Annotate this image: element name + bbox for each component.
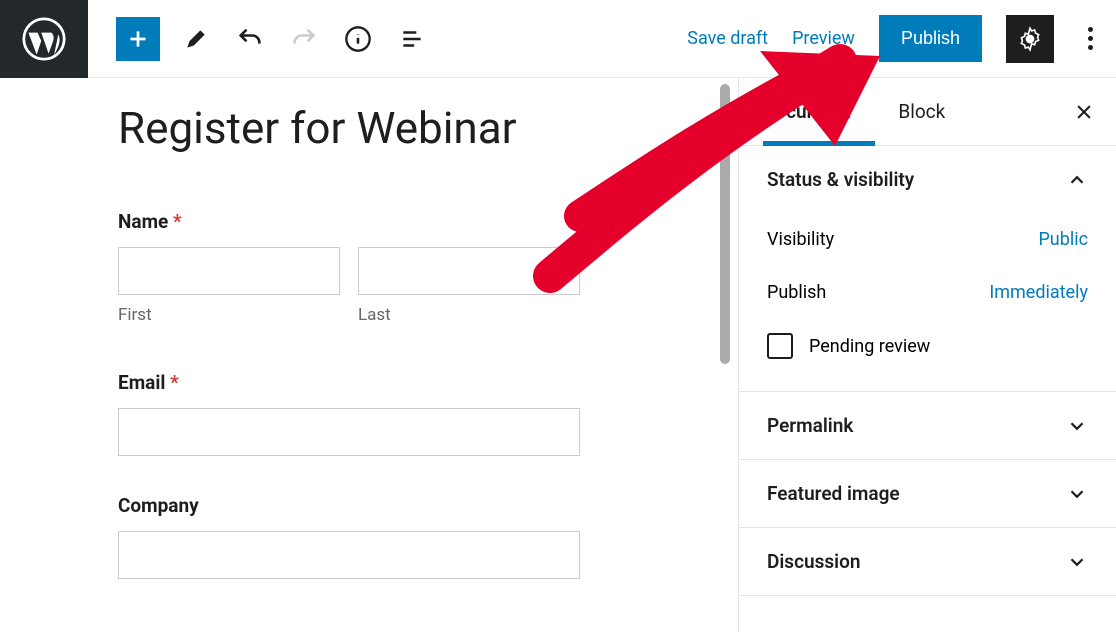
- company-input[interactable]: [118, 531, 580, 579]
- last-name-sublabel: Last: [358, 305, 580, 325]
- panel-featured-header[interactable]: Featured image: [739, 460, 1116, 527]
- add-block-button[interactable]: [116, 17, 160, 61]
- visibility-row: Visibility Public: [767, 213, 1088, 266]
- sidebar-tabs: Document Block: [739, 78, 1116, 146]
- info-icon[interactable]: [340, 21, 376, 57]
- redo-icon: [286, 21, 322, 57]
- more-options-button[interactable]: [1078, 27, 1102, 50]
- panel-status-visibility: Status & visibility Visibility Public Pu…: [739, 146, 1116, 392]
- email-input[interactable]: [118, 408, 580, 456]
- panel-discussion-header[interactable]: Discussion: [739, 528, 1116, 595]
- name-field: Name * First Last: [118, 210, 738, 325]
- panel-status-header[interactable]: Status & visibility: [739, 146, 1116, 213]
- company-field: Company: [118, 494, 738, 579]
- editor-topbar: Save draft Preview Publish: [0, 0, 1116, 78]
- save-draft-button[interactable]: Save draft: [687, 28, 768, 49]
- pending-review-checkbox[interactable]: [767, 333, 793, 359]
- panel-featured-image: Featured image: [739, 460, 1116, 528]
- tab-block[interactable]: Block: [874, 100, 969, 123]
- pending-review-row[interactable]: Pending review: [767, 319, 1088, 367]
- name-label: Name *: [118, 210, 738, 233]
- first-name-sublabel: First: [118, 305, 340, 325]
- outline-icon[interactable]: [394, 21, 430, 57]
- editor-canvas: Register for Webinar Name * First Last E…: [0, 78, 738, 632]
- first-name-input[interactable]: [118, 247, 340, 295]
- chevron-down-icon: [1066, 551, 1088, 573]
- tab-document[interactable]: Document: [739, 100, 874, 123]
- email-label: Email *: [118, 371, 738, 394]
- close-icon: [1074, 102, 1094, 122]
- chevron-up-icon: [1066, 169, 1088, 191]
- last-name-input[interactable]: [358, 247, 580, 295]
- settings-button[interactable]: [1006, 15, 1054, 63]
- chevron-down-icon: [1066, 483, 1088, 505]
- settings-sidebar: Document Block Status & visibility Visib…: [738, 78, 1116, 632]
- page-title[interactable]: Register for Webinar: [118, 102, 738, 154]
- editor-scrollbar[interactable]: [720, 84, 730, 364]
- toolbar-right: Save draft Preview Publish: [687, 15, 1116, 63]
- email-field: Email *: [118, 371, 738, 456]
- chevron-down-icon: [1066, 415, 1088, 437]
- preview-button[interactable]: Preview: [792, 28, 855, 49]
- toolbar-left: [88, 17, 430, 61]
- main-area: Register for Webinar Name * First Last E…: [0, 78, 1116, 632]
- publish-row: Publish Immediately: [767, 266, 1088, 319]
- close-sidebar-button[interactable]: [1070, 98, 1098, 126]
- publish-label: Publish: [767, 282, 826, 303]
- gear-icon: [1017, 26, 1043, 52]
- publish-button[interactable]: Publish: [879, 15, 982, 62]
- company-label: Company: [118, 494, 738, 517]
- panel-permalink: Permalink: [739, 392, 1116, 460]
- undo-icon[interactable]: [232, 21, 268, 57]
- panel-permalink-header[interactable]: Permalink: [739, 392, 1116, 459]
- required-indicator: *: [173, 210, 182, 233]
- visibility-value[interactable]: Public: [1038, 229, 1088, 250]
- required-indicator: *: [170, 371, 179, 394]
- pending-review-label: Pending review: [809, 336, 930, 357]
- panel-discussion: Discussion: [739, 528, 1116, 596]
- publish-value[interactable]: Immediately: [989, 282, 1088, 303]
- wordpress-logo[interactable]: [0, 0, 88, 78]
- edit-mode-icon[interactable]: [178, 21, 214, 57]
- visibility-label: Visibility: [767, 229, 834, 250]
